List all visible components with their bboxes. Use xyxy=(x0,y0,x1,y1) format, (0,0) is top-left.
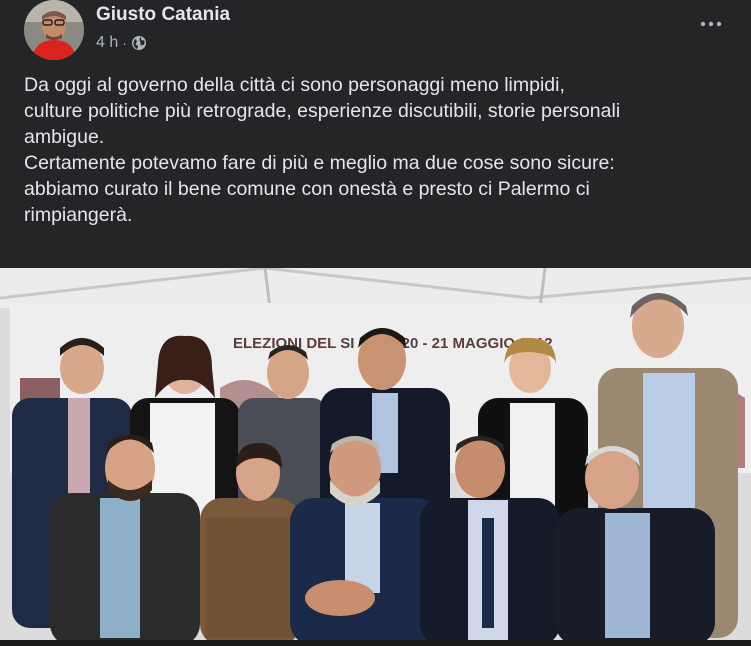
post-message: Da oggi al governo della città ci sono p… xyxy=(24,72,724,228)
author-name[interactable]: Giusto Catania xyxy=(96,4,230,26)
message-line: ambigue. xyxy=(24,126,105,148)
group-photo-image: ELEZIONI DEL SI CO 20 - 21 MAGGIO 2012 xyxy=(0,268,751,646)
post-header: Giusto Catania 4 h · xyxy=(0,0,751,66)
message-line: Certamente potevamo fare di più e meglio… xyxy=(24,152,615,174)
post-photo[interactable]: ELEZIONI DEL SI CO 20 - 21 MAGGIO 2012 xyxy=(0,268,751,646)
message-line: rimpiangerà. xyxy=(24,204,133,226)
more-options-icon[interactable] xyxy=(697,10,725,38)
post-time[interactable]: 4 h xyxy=(96,34,118,52)
message-line: abbiamo curato il bene comune con onestà… xyxy=(24,178,590,200)
author-avatar[interactable] xyxy=(24,0,84,60)
message-line: culture politiche più retrograde, esperi… xyxy=(24,100,621,122)
facebook-post: Giusto Catania 4 h · Da oggi al governo … xyxy=(0,0,751,646)
globe-icon[interactable] xyxy=(131,35,147,51)
meta-separator: · xyxy=(122,35,127,51)
avatar-image xyxy=(24,0,84,60)
post-meta: 4 h · xyxy=(96,34,147,52)
message-line: Da oggi al governo della città ci sono p… xyxy=(24,74,565,96)
